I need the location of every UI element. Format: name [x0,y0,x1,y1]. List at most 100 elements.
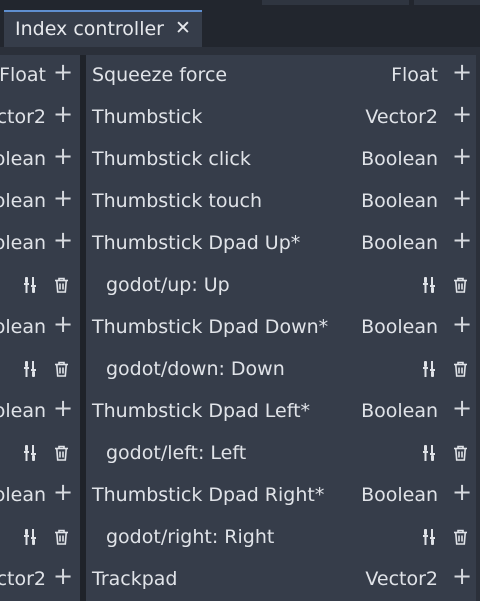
plus-icon[interactable]: + [53,186,73,210]
tune-icon[interactable] [422,361,436,377]
action-type: Vector2 [0,106,46,128]
action-row: Boolean + [0,181,80,223]
tune-icon[interactable] [23,529,37,545]
action-name: Trackpad [92,568,178,590]
plus-icon[interactable]: + [452,186,472,210]
plus-icon[interactable]: + [452,312,472,336]
plus-icon[interactable]: + [452,144,472,168]
action-type: Vector2 [0,568,46,590]
action-type-clip: Boolean [0,391,46,433]
action-type-clip: Boolean [0,307,46,349]
action-name: Thumbstick Dpad Left* [92,400,311,422]
tab-bar-shadow [262,0,409,5]
action-type-clip: Boolean [0,181,46,223]
binding-path: godot/up: Up [106,274,230,296]
action-row: Trackpad Vector2 + [86,559,480,601]
trash-icon[interactable] [453,277,468,293]
right-action-list: Squeeze force Float + Thumbstick Vector2 + Thu… [86,55,480,601]
tune-icon[interactable] [422,529,436,545]
action-type-clip: Boolean [0,139,46,181]
binding-row [0,349,80,391]
action-name: Thumbstick click [92,148,251,170]
plus-icon[interactable]: + [452,564,472,588]
binding-path: godot/right: Right [106,526,275,548]
action-type-clip: Vector2 [0,97,46,139]
trash-icon[interactable] [453,361,468,377]
action-type: Boolean [361,316,438,338]
panel-edge [476,55,480,601]
action-type: Vector2 [365,106,438,128]
plus-icon[interactable]: + [53,564,73,588]
action-type: Boolean [0,484,46,506]
binding-path: godot/left: Left [106,442,247,464]
binding-row [0,517,80,559]
trash-icon[interactable] [54,445,69,461]
plus-icon[interactable]: + [53,60,73,84]
action-name: Squeeze force [92,64,228,86]
action-row: Float + [0,55,80,97]
plus-icon[interactable]: + [452,396,472,420]
plus-icon[interactable]: + [53,102,73,126]
trash-icon[interactable] [453,445,468,461]
action-type: Float [0,64,46,86]
action-type: Boolean [0,316,46,338]
action-name: Thumbstick Dpad Up* [92,232,301,254]
tab-index-controller[interactable]: Index controller ✕ [4,10,202,47]
tab-bar-shadow [414,0,480,5]
plus-icon[interactable]: + [53,228,73,252]
trash-icon[interactable] [54,361,69,377]
binding-row [0,265,80,307]
action-type: Boolean [0,400,46,422]
action-row: Thumbstick click Boolean + [86,139,480,181]
action-row: Boolean + [0,139,80,181]
action-type: Boolean [361,484,438,506]
action-type: Vector2 [365,568,438,590]
plus-icon[interactable]: + [53,312,73,336]
plus-icon[interactable]: + [452,60,472,84]
tune-icon[interactable] [23,445,37,461]
action-name: Thumbstick Dpad Down* [92,316,329,338]
binding-row: godot/up: Up [86,265,480,307]
tab-content-border [0,47,480,55]
tune-icon[interactable] [23,361,37,377]
trash-icon[interactable] [453,529,468,545]
action-type-clip: Boolean [0,475,46,517]
close-icon[interactable]: ✕ [175,17,191,39]
action-row: Boolean + [0,391,80,433]
action-row: Thumbstick Dpad Right* Boolean + [86,475,480,517]
action-type-clip: Vector2 [0,559,46,601]
plus-icon[interactable]: + [452,102,472,126]
action-name: Thumbstick Dpad Right* [92,484,325,506]
action-row: Thumbstick Dpad Up* Boolean + [86,223,480,265]
action-row: Boolean + [0,307,80,349]
tune-icon[interactable] [23,277,37,293]
binding-row [0,433,80,475]
plus-icon[interactable]: + [53,480,73,504]
action-type: Boolean [361,232,438,254]
tab-title: Index controller [15,18,164,40]
action-type: Boolean [0,190,46,212]
action-row: Thumbstick Dpad Left* Boolean + [86,391,480,433]
tune-icon[interactable] [422,445,436,461]
tune-icon[interactable] [422,277,436,293]
action-row: Thumbstick Dpad Down* Boolean + [86,307,480,349]
tab-bar: Index controller ✕ [0,0,480,47]
plus-icon[interactable]: + [452,480,472,504]
action-row: Vector2 + [0,559,80,601]
action-name: Thumbstick touch [92,190,262,212]
left-action-list: Float+Vector2+Boolean+Boolean+Boolean+Bo… [0,55,80,601]
plus-icon[interactable]: + [53,396,73,420]
plus-icon[interactable]: + [53,144,73,168]
plus-icon[interactable]: + [452,228,472,252]
action-row: Vector2 + [0,97,80,139]
binding-row: godot/left: Left [86,433,480,475]
action-type: Boolean [361,400,438,422]
binding-row: godot/down: Down [86,349,480,391]
action-type-clip: Boolean [0,223,46,265]
action-row: Boolean + [0,223,80,265]
trash-icon[interactable] [54,529,69,545]
action-type: Boolean [361,190,438,212]
action-row: Squeeze force Float + [86,55,480,97]
trash-icon[interactable] [54,277,69,293]
action-name: Thumbstick [92,106,203,128]
